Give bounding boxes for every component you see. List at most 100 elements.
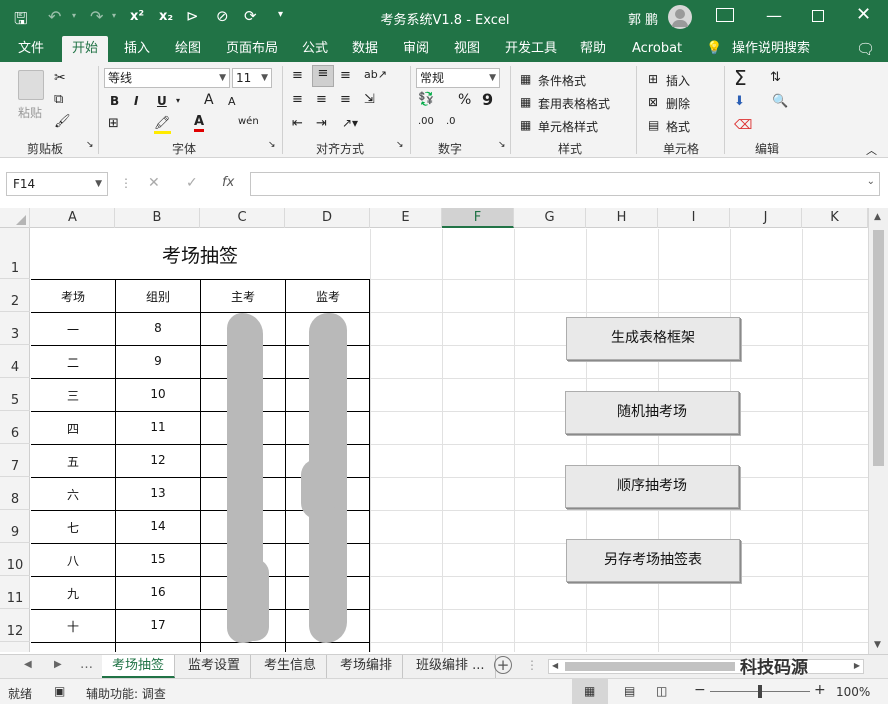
- bold-button[interactable]: B: [110, 94, 119, 108]
- row-header[interactable]: 2: [0, 279, 30, 312]
- align-right-icon[interactable]: ≡: [340, 92, 351, 107]
- find-select-icon[interactable]: 🔍: [772, 94, 788, 109]
- record-macro-icon[interactable]: ▣: [54, 684, 65, 698]
- sort-filter-icon[interactable]: ⇅: [770, 70, 781, 85]
- row-header[interactable]: 1: [0, 228, 30, 279]
- tab-draw[interactable]: 绘图: [175, 36, 201, 62]
- font-color-icon[interactable]: A: [194, 115, 205, 132]
- customize-qat-icon[interactable]: ▾: [278, 9, 283, 20]
- conditional-format-icon[interactable]: ▦: [520, 72, 531, 86]
- undo-icon[interactable]: ↶: [48, 7, 61, 26]
- column-header[interactable]: I: [658, 208, 730, 228]
- column-header[interactable]: J: [730, 208, 802, 228]
- cell-styles-button[interactable]: 单元格样式: [538, 118, 598, 135]
- macro-icon[interactable]: ⊳: [186, 7, 199, 25]
- cut-icon[interactable]: ✂: [54, 70, 66, 86]
- refresh-icon[interactable]: ⟳: [244, 7, 257, 25]
- accessibility-status[interactable]: 辅助功能: 调查: [86, 685, 166, 702]
- format-painter-icon[interactable]: 🖌: [54, 114, 71, 129]
- cell-styles-icon[interactable]: ▦: [520, 118, 531, 132]
- column-header[interactable]: H: [586, 208, 658, 228]
- sheet-tab-active[interactable]: 考场抽签: [102, 655, 176, 678]
- worksheet-grid[interactable]: 考场抽签 考场 组别 主考 监考 一 8 二 9 三 10 四 11 五 12 …: [31, 229, 868, 652]
- sheet-tab[interactable]: 班级编排 ...: [406, 655, 496, 678]
- lightbulb-icon[interactable]: 💡: [706, 36, 722, 62]
- row-header[interactable]: 4: [0, 345, 30, 378]
- column-header[interactable]: C: [200, 208, 285, 228]
- format-as-table-button[interactable]: 套用表格格式: [538, 95, 610, 112]
- increase-decimal-icon[interactable]: .00: [418, 116, 434, 127]
- zoom-out-icon[interactable]: −: [694, 682, 706, 698]
- tab-acrobat[interactable]: Acrobat: [632, 36, 682, 62]
- random-draw-button[interactable]: 随机抽考场: [565, 391, 739, 434]
- page-layout-view-icon[interactable]: ▤: [624, 684, 635, 698]
- number-format-combo[interactable]: 常规 ▼: [416, 68, 500, 88]
- tab-home[interactable]: 开始: [62, 36, 109, 62]
- zoom-in-icon[interactable]: +: [814, 682, 826, 698]
- currency-icon[interactable]: 💱: [418, 92, 434, 107]
- zoom-slider-thumb[interactable]: [758, 685, 762, 698]
- dialog-launcher-icon[interactable]: ↘: [86, 140, 94, 150]
- format-cells-button[interactable]: 格式: [666, 118, 690, 135]
- enter-icon[interactable]: ✓: [186, 175, 198, 191]
- cancel-icon[interactable]: ✕: [148, 175, 160, 191]
- sequential-draw-button[interactable]: 顺序抽考场: [565, 465, 739, 508]
- decrease-decimal-icon[interactable]: .0: [446, 116, 456, 127]
- autosum-icon[interactable]: Σ: [734, 66, 747, 90]
- borders-icon[interactable]: ⊞: [108, 116, 119, 131]
- paste-button[interactable]: 粘贴: [18, 104, 42, 121]
- dialog-launcher-icon[interactable]: ↘: [268, 140, 276, 150]
- column-header[interactable]: A: [31, 208, 115, 228]
- tab-page-layout[interactable]: 页面布局: [226, 36, 278, 62]
- normal-view-button[interactable]: ▦: [572, 679, 608, 704]
- increase-indent-icon[interactable]: ⇥: [316, 116, 327, 131]
- scroll-thumb[interactable]: [873, 230, 884, 466]
- select-all-button[interactable]: [0, 208, 30, 228]
- avatar[interactable]: [668, 5, 692, 29]
- redo-icon[interactable]: ↷: [90, 7, 103, 26]
- align-top-icon[interactable]: ≡: [292, 68, 303, 83]
- dialog-launcher-icon[interactable]: ↘: [396, 140, 404, 150]
- clear-icon[interactable]: ⊘: [216, 7, 229, 25]
- align-middle-icon[interactable]: ≡: [312, 65, 334, 87]
- chevron-down-icon[interactable]: ▾: [72, 11, 76, 20]
- tab-help[interactable]: 帮助: [580, 36, 606, 62]
- tab-developer[interactable]: 开发工具: [505, 36, 557, 62]
- subscript-button[interactable]: x₂: [159, 9, 173, 24]
- insert-cells-button[interactable]: 插入: [666, 72, 690, 89]
- grow-font-button[interactable]: A: [204, 92, 214, 108]
- decrease-indent-icon[interactable]: ⇤: [292, 116, 303, 131]
- tell-me-search[interactable]: 操作说明搜索: [732, 36, 810, 62]
- minimize-icon[interactable]: —: [766, 6, 782, 25]
- scroll-tabs-right-icon[interactable]: ▶: [54, 659, 62, 670]
- row-header[interactable]: 5: [0, 378, 30, 411]
- conditional-format-button[interactable]: 条件格式: [538, 72, 586, 89]
- more-tabs-icon[interactable]: …: [80, 657, 93, 672]
- name-box[interactable]: F14 ▼: [6, 172, 108, 196]
- format-cells-icon[interactable]: ▤: [648, 118, 659, 132]
- font-size-combo[interactable]: 11 ▼: [232, 68, 272, 88]
- generate-frame-button[interactable]: 生成表格框架: [566, 317, 740, 360]
- fill-color-icon[interactable]: 🖍: [154, 116, 171, 134]
- row-header[interactable]: 12: [0, 609, 30, 642]
- row-header[interactable]: 8: [0, 477, 30, 510]
- phonetic-button[interactable]: wén: [238, 116, 259, 127]
- vertical-scrollbar[interactable]: ▲ ▼: [868, 208, 888, 654]
- row-header[interactable]: 6: [0, 411, 30, 444]
- column-header[interactable]: D: [285, 208, 370, 228]
- shrink-font-button[interactable]: A: [228, 95, 236, 108]
- delete-cells-icon[interactable]: ⊠: [648, 95, 658, 109]
- scroll-right-icon[interactable]: ▶: [854, 661, 860, 670]
- page-break-view-icon[interactable]: ◫: [656, 684, 667, 698]
- horizontal-scrollbar[interactable]: ◀ ▶: [548, 659, 864, 674]
- scroll-left-icon[interactable]: ◀: [552, 661, 558, 670]
- save-icon[interactable]: 🖫: [14, 8, 28, 35]
- row-header[interactable]: 7: [0, 444, 30, 477]
- scroll-down-icon[interactable]: ▼: [874, 640, 881, 650]
- copy-icon[interactable]: ⧉: [54, 92, 63, 107]
- column-header[interactable]: K: [802, 208, 868, 228]
- comments-icon[interactable]: 🗨: [856, 36, 875, 62]
- chevron-down-icon[interactable]: ▾: [176, 96, 180, 105]
- percent-button[interactable]: %: [458, 92, 471, 108]
- row-header[interactable]: 9: [0, 510, 30, 543]
